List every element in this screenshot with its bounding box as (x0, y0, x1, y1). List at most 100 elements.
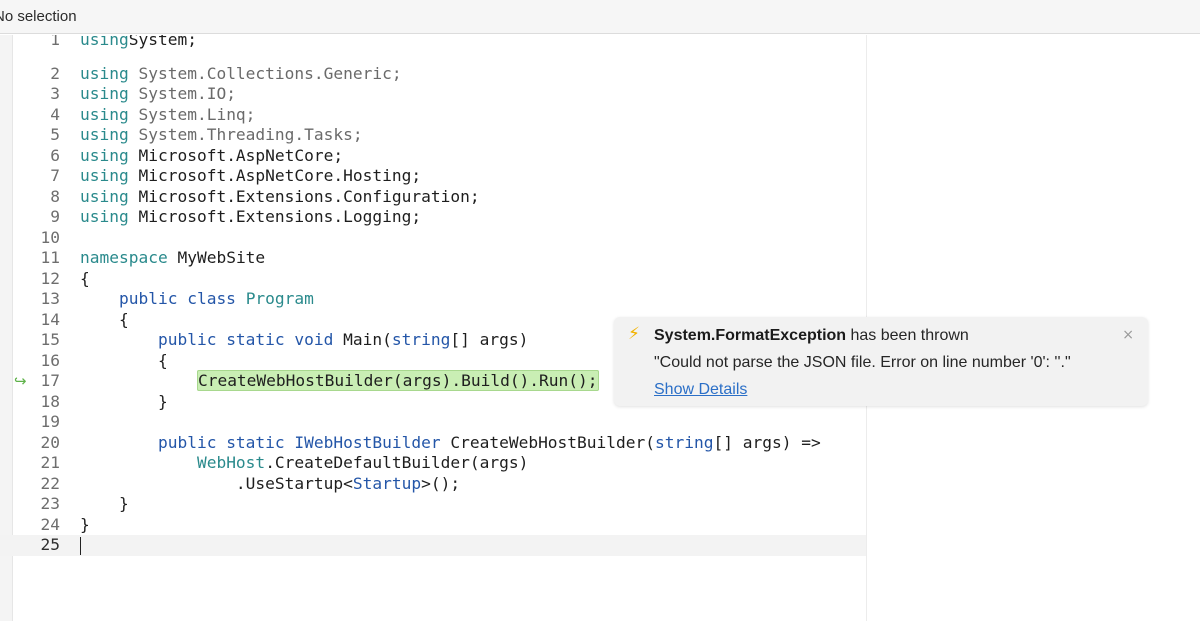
code-line[interactable]: 24} (0, 515, 866, 536)
line-code: } (80, 494, 129, 515)
code-line[interactable]: 10 (0, 228, 866, 249)
line-number: 15 (40, 330, 61, 349)
code-token: Microsoft.Extensions.Logging; (128, 207, 422, 226)
line-number: 13 (40, 289, 61, 308)
line-number: 2 (50, 63, 60, 83)
code-token: } (80, 391, 168, 411)
line-number: 12 (40, 268, 61, 288)
code-token: WebHost (196, 453, 266, 472)
code-line[interactable]: 11 namespace MyWebSite (0, 248, 866, 269)
line-code: .UseStartup<Startup>(); (80, 474, 460, 495)
exception-title-suffix: has been thrown (846, 327, 969, 344)
code-token: System.IO; (128, 84, 236, 103)
code-token: using (80, 186, 129, 206)
code-line[interactable]: 1 usingSystem; (0, 35, 866, 64)
code-token: .UseStartup< (80, 473, 353, 493)
line-code: usingSystem; (80, 35, 197, 51)
line-code: using System.Collections.Generic; (80, 64, 402, 85)
code-token: using (80, 166, 129, 185)
code-line[interactable]: 25 (0, 535, 866, 556)
code-token: >(); (421, 473, 461, 493)
code-token: using (80, 84, 129, 103)
line-code: public static void Main(string[] args) (80, 330, 528, 351)
line-number: 3 (50, 84, 60, 103)
line-code: using Microsoft.Extensions.Configuration… (80, 187, 480, 208)
code-line[interactable]: 20 public static IWebHostBuilder CreateW… (0, 433, 866, 454)
exception-popup: ⚡ System.FormatException has been thrown… (614, 317, 1148, 406)
line-number: 6 (50, 145, 60, 165)
code-line[interactable]: 4 using System.Linq; (0, 105, 866, 126)
code-token: Main( (333, 330, 392, 349)
code-line[interactable]: 22 .UseStartup<Startup>(); (0, 474, 866, 495)
exception-title: System.FormatException has been thrown (654, 327, 969, 345)
code-token: using (80, 104, 129, 124)
code-line[interactable]: 5 using System.Threading.Tasks; (0, 125, 866, 146)
close-icon[interactable]: × (1122, 327, 1134, 343)
line-number: 20 (40, 432, 61, 452)
code-token: MyWebSite (167, 248, 266, 267)
code-line[interactable]: 13 public class Program (0, 289, 866, 310)
code-line[interactable]: 8 using Microsoft.Extensions.Configuratio… (0, 187, 866, 208)
code-token: } (80, 494, 129, 513)
line-code: using System.Threading.Tasks; (80, 125, 363, 146)
line-code: WebHost.CreateDefaultBuilder(args) (80, 453, 528, 474)
code-token: System.Threading.Tasks; (128, 125, 363, 144)
code-token: } (80, 514, 90, 534)
code-line[interactable]: 2 using System.Collections.Generic; (0, 64, 866, 85)
line-code: using Microsoft.AspNetCore; (80, 146, 343, 167)
code-token: public static (157, 432, 285, 452)
code-token: Microsoft.Extensions.Configuration; (128, 186, 480, 206)
code-line[interactable]: 21 WebHost.CreateDefaultBuilder(args) (0, 453, 866, 474)
toolbar: No selection (0, 0, 1200, 34)
line-code: { (80, 310, 129, 331)
line-code: using System.Linq; (80, 105, 255, 126)
line-code: public class Program (80, 289, 314, 310)
code-lines[interactable]: 1 usingSystem; 2 using System.Collections.G… (0, 35, 866, 556)
code-line[interactable]: 23 } (0, 494, 866, 515)
code-token: CreateWebHostBuilder( (440, 432, 656, 452)
code-token: System; (128, 35, 197, 49)
line-code: } (80, 392, 168, 413)
text-caret (80, 537, 81, 555)
code-line[interactable]: 3 using System.IO; (0, 84, 866, 105)
code-token: [] args) (450, 330, 529, 349)
line-number: 22 (40, 473, 61, 493)
code-line[interactable]: 12 { (0, 269, 866, 290)
code-line[interactable]: 6 using Microsoft.AspNetCore; (0, 146, 866, 167)
code-token: using (80, 125, 129, 144)
line-number: 19 (40, 412, 61, 431)
line-number: 24 (40, 514, 61, 534)
line-code: namespace MyWebSite (80, 248, 265, 269)
code-token: .CreateDefaultBuilder(args) (265, 453, 529, 472)
code-token: Startup (352, 473, 422, 493)
code-token: { (80, 350, 168, 370)
code-token: IWebHostBuilder (294, 432, 441, 452)
code-line[interactable]: 7 using Microsoft.AspNetCore.Hosting; (0, 166, 866, 187)
line-number: 7 (50, 166, 60, 185)
line-code: using Microsoft.Extensions.Logging; (80, 207, 421, 228)
line-number: 17 (40, 371, 61, 390)
line-code: public static IWebHostBuilder CreateWebH… (80, 433, 821, 454)
exception-message: "Could not parse the JSON file. Error on… (654, 354, 1071, 371)
code-token: Program (245, 289, 314, 308)
code-line[interactable]: 9 using Microsoft.Extensions.Logging; (0, 207, 866, 228)
line-code: CreateWebHostBuilder(args).Build().Run()… (80, 370, 599, 392)
line-code: { (80, 351, 168, 372)
code-line[interactable]: 19 (0, 412, 866, 433)
show-details-link[interactable]: Show Details (654, 381, 747, 399)
code-token: { (80, 309, 129, 329)
line-number: 25 (40, 535, 61, 554)
highlighted-statement: CreateWebHostBuilder(args).Build().Run()… (196, 370, 599, 391)
line-code: { (80, 269, 90, 290)
code-token: { (80, 268, 90, 288)
code-token: string (391, 330, 451, 349)
code-token: namespace (80, 248, 168, 267)
line-number: 16 (40, 350, 61, 370)
line-number: 23 (40, 494, 61, 513)
code-token: System.Linq; (128, 104, 256, 124)
code-token: using (80, 207, 129, 226)
